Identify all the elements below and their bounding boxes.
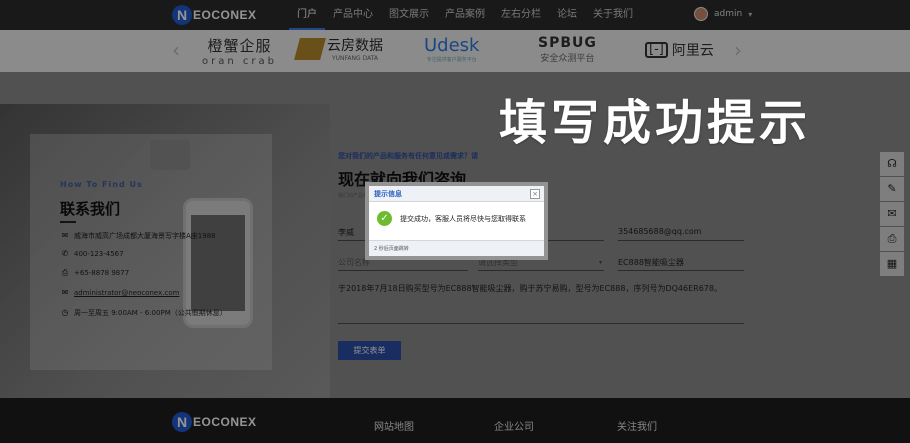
- dialog-footer: 2 秒后页面跳转: [369, 240, 544, 256]
- close-icon[interactable]: ×: [530, 189, 540, 199]
- check-circle-icon: ✓: [377, 211, 392, 226]
- dialog-title: 提示信息: [374, 190, 402, 198]
- redirect-notice: 2 秒后页面跳转: [374, 246, 409, 252]
- caption-text: 填写成功提示: [499, 95, 812, 151]
- dialog-body: ✓ 提交成功，客服人员将尽快与您取得联系: [369, 202, 544, 240]
- dialog-message: 提交成功，客服人员将尽快与您取得联系: [400, 215, 526, 223]
- success-dialog: 提示信息 × ✓ 提交成功，客服人员将尽快与您取得联系 2 秒后页面跳转: [365, 182, 548, 260]
- dialog-header: 提示信息 ×: [369, 186, 544, 202]
